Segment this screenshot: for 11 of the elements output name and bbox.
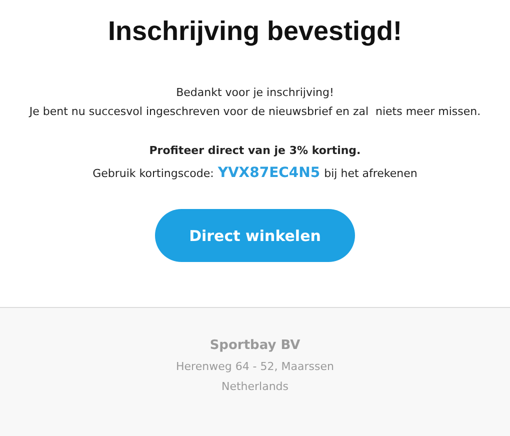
message-text: Bedankt voor je inschrijving!	[176, 85, 334, 101]
shop-now-button[interactable]: Direct winkelen	[155, 209, 355, 262]
company-country: Netherlands	[221, 380, 289, 393]
code-note: bij het afrekenen	[324, 166, 418, 182]
company-name: Sportbay BV	[210, 338, 300, 353]
page-title: Inschrijving bevestigd!	[108, 16, 402, 47]
discount-code: YVX87EC4N5	[218, 165, 320, 181]
offer-text: Profiteer direct van je 3% korting.	[149, 143, 361, 159]
company-address: Herenweg 64 - 52, Maarssen	[176, 360, 334, 373]
message-text: Je bent nu succesvol ingeschreven voor de nieuwsbrief en zal niets meer missen.	[29, 104, 481, 120]
code-label: Gebruik kortingscode:	[92, 166, 214, 182]
